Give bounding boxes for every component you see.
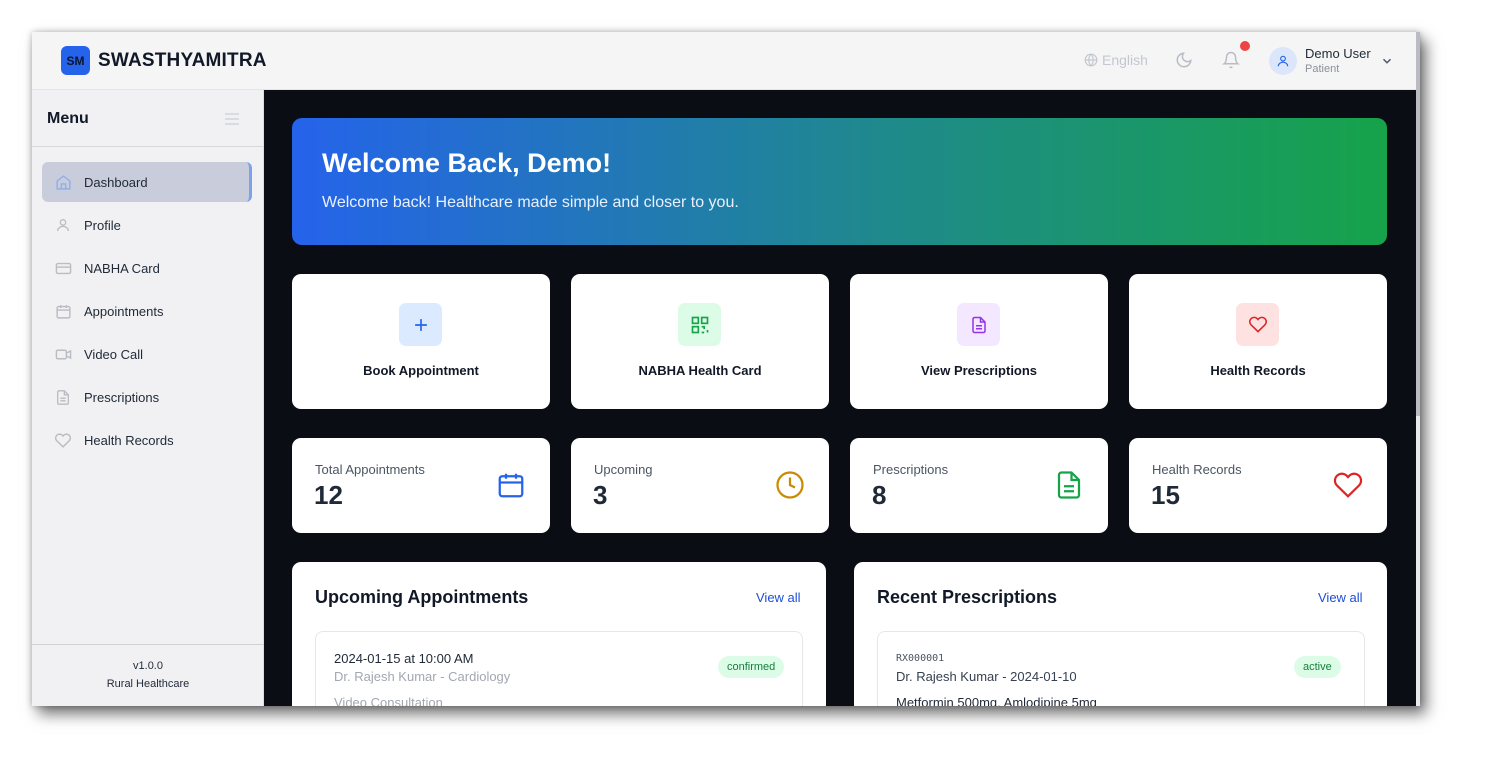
sidebar-item-label: Health Records (84, 432, 174, 448)
sidebar-item-dashboard[interactable]: Dashboard (42, 162, 252, 202)
book-appointment-card[interactable]: Book Appointment (292, 274, 550, 409)
view-all-prescriptions-link[interactable]: View all (1318, 590, 1363, 605)
calendar-icon (498, 473, 524, 498)
bell-icon[interactable] (1222, 50, 1240, 70)
prescription-id: RX000001 (896, 653, 945, 664)
plus-icon (399, 303, 442, 346)
health-records-card[interactable]: Health Records (1129, 274, 1387, 409)
video-icon (54, 345, 72, 363)
recent-prescriptions-panel: Recent Prescriptions View all RX000001 D… (854, 562, 1387, 706)
home-icon (54, 173, 72, 191)
sidebar-item-profile[interactable]: Profile (42, 205, 252, 245)
menu-divider (32, 146, 264, 147)
view-all-appointments-link[interactable]: View all (756, 590, 801, 605)
welcome-banner: Welcome Back, Demo! Welcome back! Health… (292, 118, 1387, 245)
document-icon (957, 303, 1000, 346)
brand-name[interactable]: SWASTHYAMITRA (98, 50, 267, 72)
stat-label: Prescriptions (873, 462, 949, 477)
welcome-subtitle: Welcome back! Healthcare made simple and… (322, 194, 739, 211)
language-label: English (1102, 52, 1148, 68)
prescription-doctor-date: Dr. Rajesh Kumar - 2024-01-10 (896, 669, 1077, 684)
menu-title: Menu (47, 110, 89, 127)
menu-toggle-icon[interactable] (224, 112, 240, 126)
user-icon (1277, 55, 1289, 67)
prescription-entry[interactable]: RX000001 Dr. Rajesh Kumar - 2024-01-10 M… (877, 631, 1365, 706)
appointment-type: Video Consultation (334, 695, 443, 706)
quick-action-label: Health Records (1210, 363, 1306, 378)
sidebar-item-nabha-card[interactable]: NABHA Card (42, 248, 252, 288)
top-header: SM SWASTHYAMITRA English Demo User Patie… (32, 32, 1420, 90)
nabha-health-card-card[interactable]: NABHA Health Card (571, 274, 829, 409)
panel-title: Recent Prescriptions (877, 587, 1058, 607)
sidebar-item-health-records[interactable]: Health Records (42, 420, 252, 460)
document-icon (54, 388, 72, 406)
sidebar-item-label: Video Call (84, 346, 144, 362)
welcome-title: Welcome Back, Demo! (322, 148, 612, 178)
sidebar-item-label: Prescriptions (84, 389, 160, 405)
sidebar-item-label: Appointments (84, 303, 164, 319)
stat-health-records: Health Records 15 (1129, 438, 1387, 533)
app-window: SM SWASTHYAMITRA English Demo User Patie… (32, 32, 1420, 706)
stat-value: 3 (593, 480, 608, 510)
stat-value: 8 (872, 480, 887, 510)
stat-label: Upcoming (594, 462, 653, 477)
notification-dot (1240, 41, 1250, 51)
prescription-medicines: Metformin 500mg, Amlodipine 5mg (896, 695, 1097, 706)
user-icon (54, 216, 72, 234)
globe-icon (1084, 53, 1098, 67)
quick-action-label: View Prescriptions (920, 363, 1038, 378)
sidebar-footer-divider (32, 644, 264, 645)
appointment-datetime: 2024-01-15 at 10:00 AM (334, 651, 474, 666)
heart-icon (1236, 303, 1279, 346)
sidebar-item-label: NABHA Card (84, 260, 160, 276)
sidebar-item-video-call[interactable]: Video Call (42, 334, 252, 374)
qr-code-icon (678, 303, 721, 346)
chevron-down-icon[interactable] (1380, 54, 1394, 68)
heart-icon (1333, 472, 1363, 498)
status-badge: confirmed (718, 656, 785, 678)
stat-value: 12 (314, 480, 343, 510)
stat-prescriptions: Prescriptions 8 (850, 438, 1108, 533)
stat-label: Total Appointments (315, 462, 425, 477)
upcoming-appointments-panel: Upcoming Appointments View all 2024-01-1… (292, 562, 826, 706)
clock-icon (776, 471, 804, 499)
quick-action-label: NABHA Health Card (638, 363, 762, 378)
stat-label: Health Records (1152, 462, 1242, 477)
quick-action-label: Book Appointment (363, 363, 479, 378)
user-role: Patient (1305, 63, 1340, 75)
app-tagline: Rural Healthcare (106, 678, 190, 690)
avatar[interactable] (1269, 47, 1297, 75)
moon-icon[interactable] (1175, 51, 1193, 69)
status-badge: active (1294, 656, 1341, 678)
sidebar-item-prescriptions[interactable]: Prescriptions (42, 377, 252, 417)
appointment-entry[interactable]: 2024-01-15 at 10:00 AM Dr. Rajesh Kumar … (315, 631, 803, 706)
document-icon (1057, 471, 1081, 499)
sidebar-item-label: Profile (84, 217, 121, 233)
language-selector[interactable]: English (1084, 52, 1148, 68)
view-prescriptions-card[interactable]: View Prescriptions (850, 274, 1108, 409)
sidebar: Menu Dashboard Profile NABHA Card Appoin… (32, 90, 264, 706)
calendar-icon (54, 302, 72, 320)
heart-icon (54, 431, 72, 449)
sidebar-item-label: Dashboard (84, 174, 148, 190)
sidebar-item-appointments[interactable]: Appointments (42, 291, 252, 331)
stat-upcoming: Upcoming 3 (571, 438, 829, 533)
panel-title: Upcoming Appointments (315, 587, 529, 607)
user-name[interactable]: Demo User (1305, 46, 1371, 61)
scrollbar-thumb[interactable] (1416, 32, 1420, 416)
appointment-doctor: Dr. Rajesh Kumar - Cardiology (334, 669, 511, 684)
stat-value: 15 (1151, 480, 1180, 510)
stat-total-appointments: Total Appointments 12 (292, 438, 550, 533)
app-version: v1.0.0 (133, 660, 163, 672)
logo-badge[interactable]: SM (61, 46, 90, 75)
card-icon (54, 259, 72, 277)
